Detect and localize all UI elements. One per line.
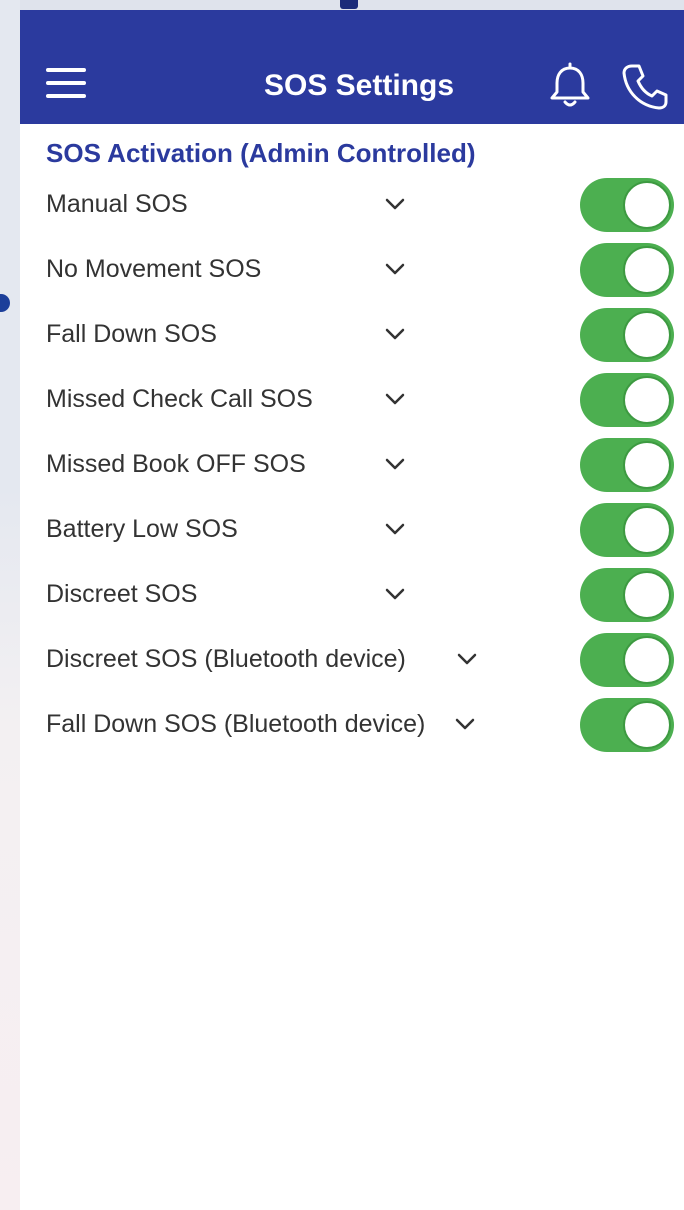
sos-row-missed-book-off: Missed Book OFF SOS	[20, 433, 684, 498]
toggle-discreet-sos[interactable]	[580, 568, 674, 622]
toggle-battery-low-sos[interactable]	[580, 503, 674, 557]
sos-row-manual: Manual SOS	[20, 173, 684, 238]
section-title: SOS Activation (Admin Controlled)	[46, 138, 476, 168]
chevron-down-icon[interactable]	[382, 451, 408, 477]
toggle-discreet-sos-bluetooth[interactable]	[580, 633, 674, 687]
sos-row-discreet: Discreet SOS	[20, 563, 684, 628]
sos-label: Discreet SOS (Bluetooth device)	[46, 645, 406, 673]
sos-row-no-movement: No Movement SOS	[20, 238, 684, 303]
toggle-fall-down-sos-bluetooth[interactable]	[580, 698, 674, 752]
background-mark	[340, 0, 358, 9]
sos-label: Missed Book OFF SOS	[46, 450, 306, 478]
toggle-manual-sos[interactable]	[580, 178, 674, 232]
sos-row-fall-down: Fall Down SOS	[20, 303, 684, 368]
chevron-down-icon[interactable]	[382, 321, 408, 347]
toggle-missed-book-off-sos[interactable]	[580, 438, 674, 492]
toggle-no-movement-sos[interactable]	[580, 243, 674, 297]
sos-row-fall-down-bluetooth: Fall Down SOS (Bluetooth device)	[20, 693, 684, 758]
background-strip	[0, 0, 20, 1210]
sos-label: Battery Low SOS	[46, 515, 238, 543]
sos-row-missed-check-call: Missed Check Call SOS	[20, 368, 684, 433]
toggle-missed-check-call-sos[interactable]	[580, 373, 674, 427]
sos-list: Manual SOS No Movement SOS Fall Down SOS…	[20, 173, 684, 758]
page-title: SOS Settings	[263, 69, 455, 102]
sos-label: Discreet SOS	[46, 580, 198, 608]
bell-icon[interactable]	[548, 62, 592, 110]
chevron-down-icon[interactable]	[382, 581, 408, 607]
app-screen: SOS Settings SOS Activation (Admin Contr…	[20, 10, 684, 1210]
chevron-down-icon[interactable]	[454, 646, 480, 672]
sos-label: Fall Down SOS (Bluetooth device)	[46, 710, 426, 738]
phone-icon[interactable]	[620, 62, 670, 112]
chevron-down-icon[interactable]	[382, 386, 408, 412]
sos-row-battery-low: Battery Low SOS	[20, 498, 684, 563]
sos-label: No Movement SOS	[46, 255, 262, 283]
chevron-down-icon[interactable]	[382, 256, 408, 282]
hamburger-menu-icon[interactable]	[46, 66, 86, 106]
chevron-down-icon[interactable]	[382, 191, 408, 217]
toggle-fall-down-sos[interactable]	[580, 308, 674, 362]
chevron-down-icon[interactable]	[382, 516, 408, 542]
sos-label: Fall Down SOS	[46, 320, 217, 348]
sos-row-discreet-bluetooth: Discreet SOS (Bluetooth device)	[20, 628, 684, 693]
sos-label: Missed Check Call SOS	[46, 385, 313, 413]
app-bar: SOS Settings	[20, 10, 684, 124]
sos-label: Manual SOS	[46, 190, 188, 218]
chevron-down-icon[interactable]	[452, 711, 478, 737]
